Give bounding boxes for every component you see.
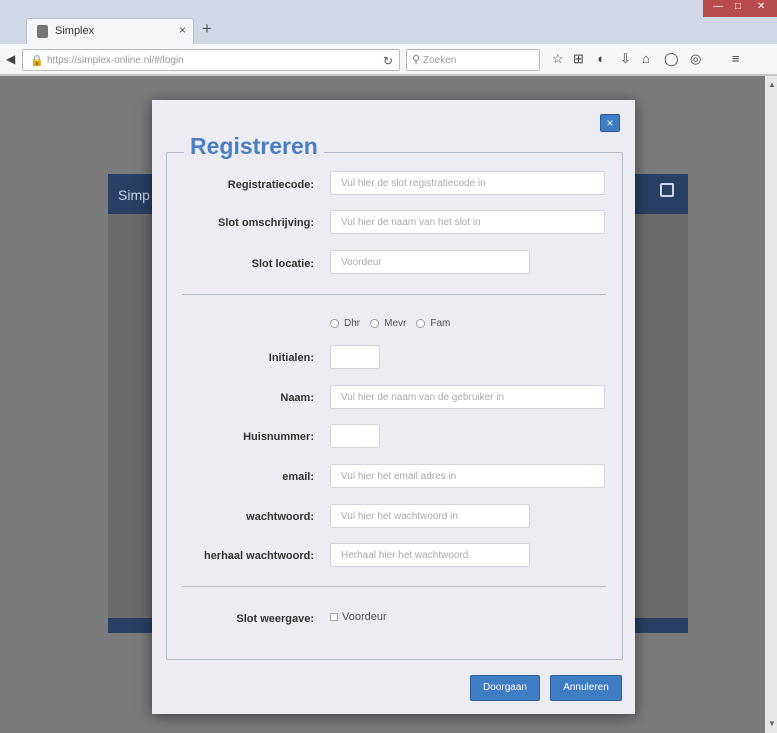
initials-label: Initialen: <box>268 352 314 364</box>
url-bar[interactable]: 🔒 https://simplex-online.nl/#/login ↻ <box>22 49 400 71</box>
name-label: Naam: <box>280 392 314 404</box>
modal-title: Registreren <box>184 133 324 160</box>
section-divider <box>182 294 606 295</box>
house-number-label: Huisnummer: <box>243 431 314 443</box>
search-placeholder: Zoeken <box>423 55 457 66</box>
maximize-icon[interactable]: □ <box>735 1 741 12</box>
download-icon[interactable]: ⇩ <box>620 51 631 67</box>
window-controls[interactable]: — □ ✕ <box>703 0 777 17</box>
radio-circle-icon <box>330 319 339 328</box>
checkbox-icon <box>330 613 338 621</box>
cancel-button[interactable]: Annuleren <box>550 675 622 701</box>
reading-icon[interactable]: ⊞ <box>573 51 584 67</box>
lock-favicon-icon <box>37 25 48 38</box>
home-icon[interactable]: ⌂ <box>642 51 650 66</box>
radio-circle-icon <box>416 319 426 328</box>
extension-icon[interactable]: ◎ <box>690 51 701 67</box>
app-header-title: Simp <box>118 187 150 203</box>
lock-icon: 🔒 <box>30 55 44 67</box>
scrollbar[interactable] <box>765 76 777 733</box>
logout-icon[interactable] <box>660 183 674 197</box>
house-number-input[interactable] <box>330 424 380 448</box>
registration-code-input[interactable] <box>330 171 605 195</box>
menu-icon[interactable]: ≡ <box>732 51 740 66</box>
slot-view-label: Slot weergave: <box>236 613 314 625</box>
pocket-icon[interactable]: ◖ <box>596 51 604 66</box>
radio-dhr[interactable]: Dhr <box>330 318 360 329</box>
name-input[interactable] <box>330 385 605 409</box>
password-input[interactable] <box>330 504 530 528</box>
email-label: email: <box>282 471 314 483</box>
radio-circle-icon <box>370 319 380 328</box>
registration-code-label: Registratiecode: <box>227 179 314 191</box>
chat-icon[interactable]: ◯ <box>664 51 679 67</box>
search-icon: ⚲ <box>412 54 421 66</box>
new-tab-button[interactable]: + <box>202 19 212 39</box>
section-divider <box>182 586 606 587</box>
slot-description-input[interactable] <box>330 210 605 234</box>
initials-input[interactable] <box>330 345 380 369</box>
browser-navbar: ◀ 🔒 https://simplex-online.nl/#/login ↻ … <box>0 44 777 75</box>
slot-description-label: Slot omschrijving: <box>218 217 314 229</box>
radio-fam-label: Fam <box>430 318 451 329</box>
email-input[interactable] <box>330 464 605 488</box>
tab-close-button[interactable]: × <box>179 23 186 37</box>
tab-title: Simplex <box>55 25 95 37</box>
star-icon[interactable]: ☆ <box>552 51 564 67</box>
browser-tab[interactable]: Simplex × <box>26 18 194 44</box>
slot-view-checkbox[interactable]: Voordeur <box>330 611 387 623</box>
browser-titlebar: Simplex × + — □ ✕ <box>0 0 777 44</box>
reload-icon[interactable]: ↻ <box>383 54 393 68</box>
password-label: wachtwoord: <box>246 511 314 523</box>
radio-mevr-label: Mevr <box>384 318 407 329</box>
url-text: https://simplex-online.nl/#/login <box>47 55 184 66</box>
repeat-password-input[interactable] <box>330 543 530 567</box>
close-window-icon[interactable]: ✕ <box>757 1 765 12</box>
scroll-down-icon[interactable]: ▼ <box>768 719 776 728</box>
slot-view-option-label: Voordeur <box>342 611 387 623</box>
scroll-up-icon[interactable]: ▲ <box>768 80 776 89</box>
continue-button[interactable]: Doorgaan <box>470 675 540 701</box>
minimize-icon[interactable]: — <box>713 1 723 12</box>
salutation-radio-group: Dhr Mevr Fam <box>330 318 460 329</box>
back-icon[interactable]: ◀ <box>6 52 15 66</box>
search-bar[interactable]: ⚲ Zoeken <box>406 49 540 71</box>
radio-mevr[interactable]: Mevr <box>370 318 406 329</box>
repeat-password-label: herhaal wachtwoord: <box>203 550 314 562</box>
register-modal: × Registreren Registratiecode: Slot omsc… <box>152 100 635 714</box>
url-host: https://simplex-online.nl <box>47 55 152 66</box>
modal-close-button[interactable]: × <box>600 114 620 132</box>
radio-fam[interactable]: Fam <box>416 318 450 329</box>
slot-location-input[interactable] <box>330 250 530 274</box>
url-path: /#/login <box>151 55 184 66</box>
radio-dhr-label: Dhr <box>344 318 361 329</box>
slot-location-label: Slot locatie: <box>251 258 314 270</box>
